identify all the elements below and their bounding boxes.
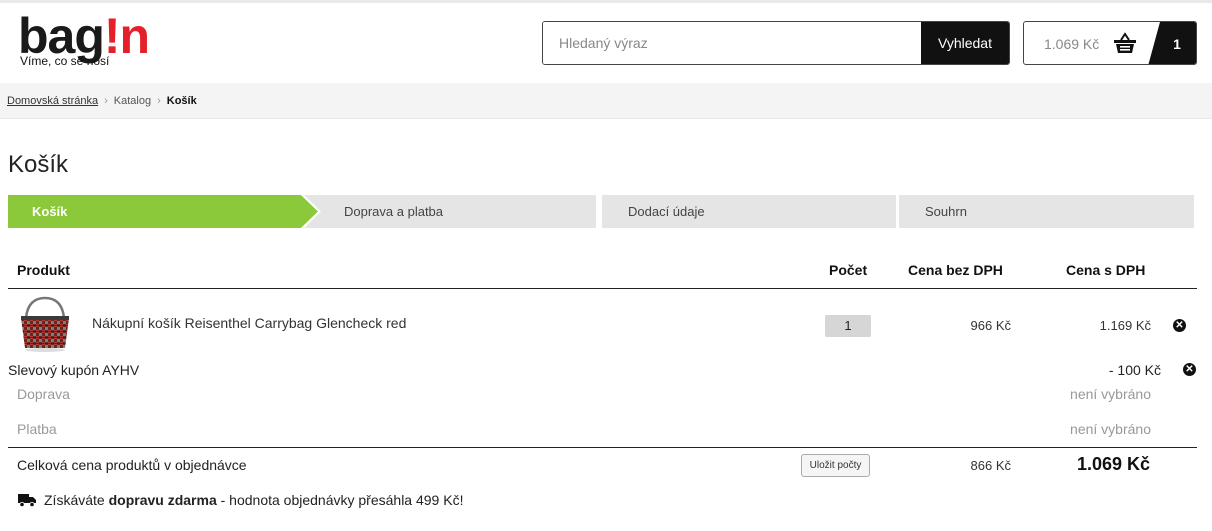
payment-label: Platba <box>17 421 57 437</box>
remove-coupon-icon[interactable]: ✕ <box>1183 363 1196 376</box>
payment-value: není vybráno <box>1070 421 1151 437</box>
free-shipping-text-bold: dopravu zdarma <box>108 492 217 508</box>
free-shipping-text-prefix: Získáváte <box>44 492 109 508</box>
coupon-label: Slevový kupón AYHV <box>8 362 140 378</box>
search-button[interactable]: Vyhledat <box>921 22 1009 64</box>
breadcrumb-current: Košík <box>166 95 197 107</box>
column-header-qty: Počet <box>829 262 868 278</box>
column-header-product: Produkt <box>17 262 70 278</box>
truck-icon <box>18 494 36 507</box>
total-divider <box>8 447 1197 448</box>
search-form: Vyhledat <box>542 21 1010 65</box>
column-header-price-ex-vat: Cena bez DPH <box>908 262 1003 278</box>
basket-icon <box>1114 32 1136 53</box>
quantity-input[interactable]: 1 <box>825 315 871 337</box>
top-border <box>0 0 1212 3</box>
logo[interactable]: bag!n Víme, co se nosí <box>18 8 238 70</box>
breadcrumb: Domovská stránka › Katalog › Košík <box>0 83 1212 119</box>
cart-count-badge: 1 <box>1148 22 1196 64</box>
cart-price: 1.069 Kč <box>1044 36 1100 52</box>
total-price-vat: 1.069 Kč <box>1076 454 1150 474</box>
product-price-vat: 1.169 Kč <box>1099 318 1151 333</box>
total-price-ex-vat: 866 Kč <box>970 458 1011 473</box>
breadcrumb-catalog[interactable]: Katalog <box>114 95 151 107</box>
header-cart[interactable]: 1.069 Kč 1 <box>1023 21 1197 65</box>
checkout-steps: Doprava a platba Dodací údaje Souhrn Koš… <box>8 195 1194 228</box>
product-price-ex-vat: 966 Kč <box>970 318 1011 333</box>
remove-item-icon[interactable]: ✕ <box>1173 319 1186 332</box>
save-quantities-button[interactable]: Uložit počty <box>801 454 870 477</box>
column-header-price-vat: Cena s DPH <box>1066 262 1146 278</box>
breadcrumb-home[interactable]: Domovská stránka <box>7 95 98 107</box>
coupon-value: - 100 Kč <box>1108 362 1161 378</box>
table-header-divider <box>8 288 1197 289</box>
logo-tagline: Víme, co se nosí <box>20 54 110 68</box>
breadcrumb-separator: › <box>104 95 108 107</box>
step-shipping-payment[interactable]: Doprava a platba <box>304 195 596 228</box>
step-delivery-details[interactable]: Dodací údaje <box>602 195 896 228</box>
product-thumbnail[interactable] <box>18 294 72 352</box>
search-input[interactable] <box>543 22 921 64</box>
page-title: Košík <box>8 151 69 178</box>
breadcrumb-separator: › <box>157 95 161 107</box>
step-summary[interactable]: Souhrn <box>899 195 1194 228</box>
product-name[interactable]: Nákupní košík Reisenthel Carrybag Glench… <box>92 315 406 331</box>
shipping-label: Doprava <box>17 386 70 402</box>
total-label: Celková cena produktů v objednávce <box>17 457 247 473</box>
free-shipping-notice: Získáváte dopravu zdarma - hodnota objed… <box>18 492 463 508</box>
step-cart[interactable]: Košík <box>8 195 318 228</box>
shipping-value: není vybráno <box>1070 386 1151 402</box>
free-shipping-text-suffix: - hodnota objednávky přesáhla 499 Kč! <box>216 492 464 508</box>
